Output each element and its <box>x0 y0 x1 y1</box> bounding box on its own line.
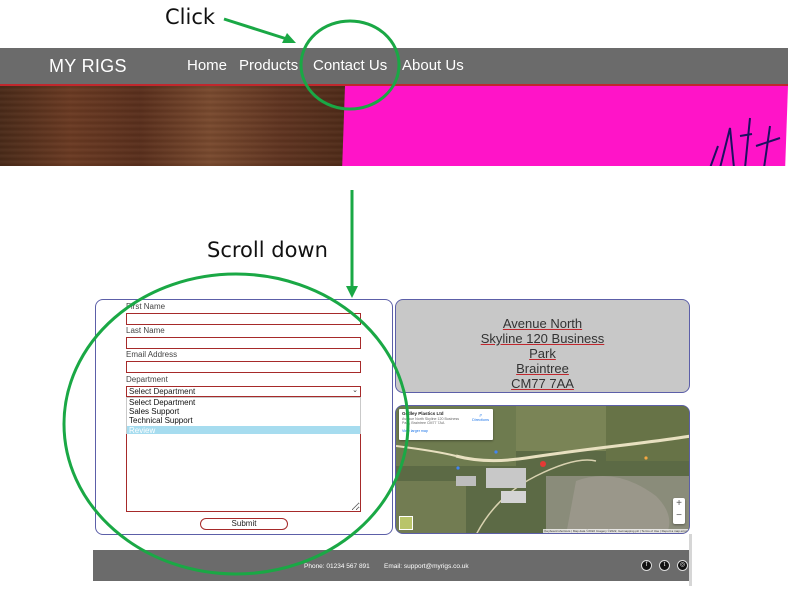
scroll-down-annotation: Scroll down <box>207 238 328 262</box>
map-embed[interactable]: Gedley Plastics Ltd Avenue North Skyline… <box>395 405 690 534</box>
address-line-3: Park <box>529 346 556 361</box>
brand-logo[interactable]: MY RIGS <box>49 56 127 77</box>
footer-phone: Phone: 01234 567 891 <box>304 563 370 570</box>
first-name-label: First Name <box>126 302 166 311</box>
email-label: Email Address <box>126 350 178 359</box>
department-option-sales[interactable]: Sales Support <box>127 407 360 416</box>
last-name-input[interactable] <box>126 337 361 349</box>
page-scrollbar[interactable] <box>689 534 692 586</box>
facebook-icon[interactable]: f <box>641 560 652 571</box>
department-label: Department <box>126 375 168 384</box>
message-textarea[interactable] <box>126 434 361 512</box>
department-option-technical[interactable]: Technical Support <box>127 416 360 425</box>
click-arrow <box>223 17 291 42</box>
map-place-address: Avenue North Skyline 120 Business Park, … <box>402 417 460 426</box>
address-line-1: Avenue North <box>502 316 583 331</box>
last-name-label: Last Name <box>126 326 165 335</box>
click-arrowhead <box>282 33 296 43</box>
address-card: Avenue North Skyline 120 Business Park B… <box>395 299 690 393</box>
click-annotation: Click <box>165 5 216 29</box>
address-line-4: Braintree <box>516 361 569 376</box>
hero-scribble-graphic <box>709 117 781 166</box>
map-layer-toggle[interactable] <box>399 516 413 530</box>
map-attribution: Keyboard shortcuts | Map data ©2022 Imag… <box>542 529 689 533</box>
nav-link-contact-us[interactable]: Contact Us <box>313 57 387 74</box>
chevron-down-icon: ⌄ <box>352 387 358 394</box>
contact-form: First Name Last Name Email Address Depar… <box>95 299 393 535</box>
department-option-select[interactable]: Select Department <box>127 398 360 407</box>
department-select[interactable]: Select Department ⌄ <box>126 386 361 397</box>
address-line-5: CM77 7AA <box>511 376 574 391</box>
twitter-icon[interactable]: t <box>659 560 670 571</box>
address-line-2: Skyline 120 Business <box>480 331 605 346</box>
scroll-arrowhead <box>346 286 358 298</box>
hero-banner <box>0 84 788 166</box>
submit-button[interactable]: Submit <box>200 518 288 530</box>
nav-link-about-us[interactable]: About Us <box>402 57 464 74</box>
directions-label: Directions <box>472 418 489 422</box>
nav-link-home[interactable]: Home <box>187 57 227 74</box>
hero-wood-image <box>0 86 350 166</box>
department-select-value: Select Department <box>129 387 196 396</box>
zoom-out-button[interactable]: − <box>673 510 685 522</box>
nav-link-products[interactable]: Products <box>239 57 298 74</box>
navbar: MY RIGS Home Products Contact Us About U… <box>0 48 788 84</box>
zoom-in-button[interactable]: + <box>673 498 685 510</box>
map-zoom-controls: + − <box>673 498 685 524</box>
department-options-dropdown: Select Department Sales Support Technica… <box>126 397 361 435</box>
footer: Phone: 01234 567 891 Email: support@myri… <box>93 550 692 581</box>
footer-email[interactable]: Email: support@myrigs.co.uk <box>384 563 469 570</box>
instagram-icon[interactable]: ◎ <box>677 560 688 571</box>
directions-link[interactable]: ↱ Directions <box>472 413 489 422</box>
map-info-window: Gedley Plastics Ltd Avenue North Skyline… <box>399 409 493 440</box>
first-name-input[interactable] <box>126 313 361 325</box>
email-input[interactable] <box>126 361 361 373</box>
view-larger-map-link[interactable]: View larger map <box>402 429 490 433</box>
